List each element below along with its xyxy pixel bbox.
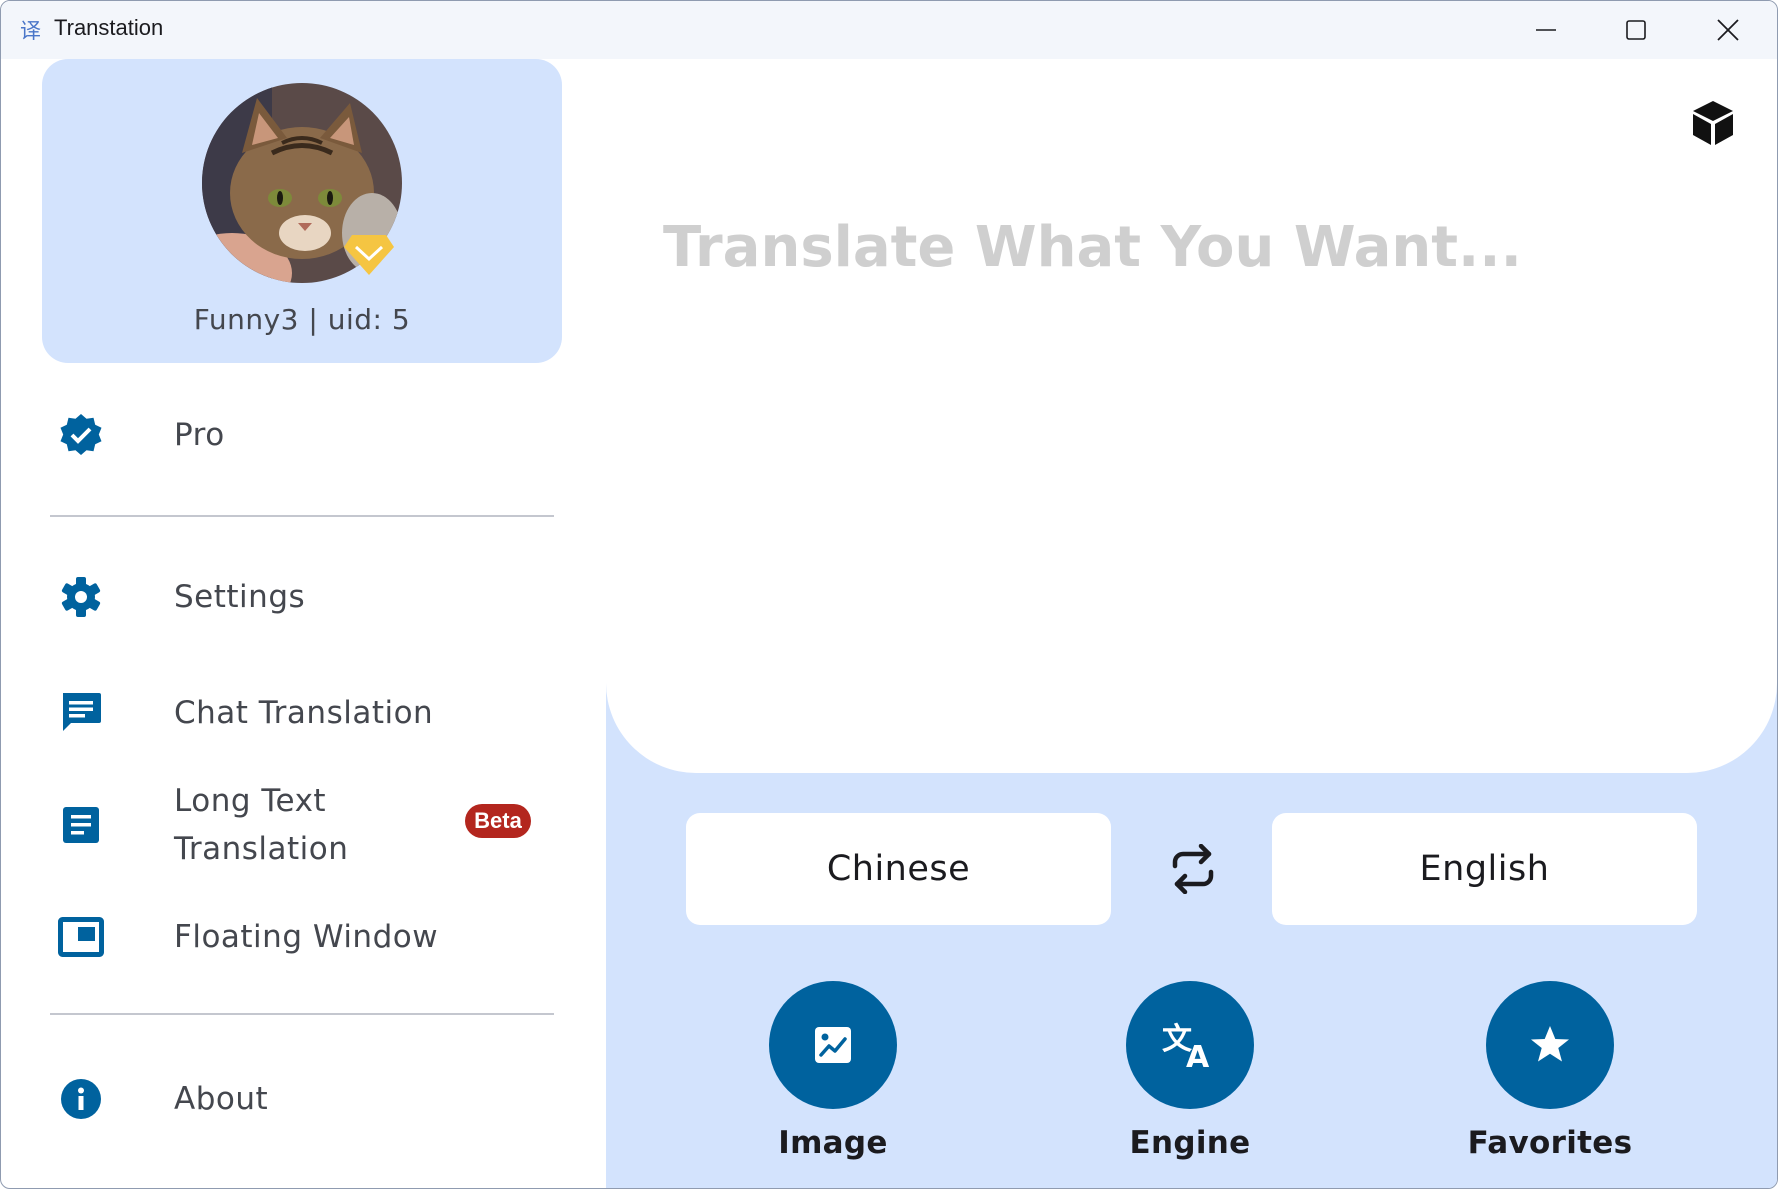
window-title: Transtation — [54, 15, 164, 40]
app-logo-icon: 译 — [20, 19, 41, 43]
beta-badge: Beta — [465, 804, 531, 838]
maximize-button[interactable] — [1591, 1, 1681, 59]
sidebar-item-floating-window[interactable]: Floating Window — [50, 913, 570, 961]
profile-card[interactable]: Funny3 | uid: 5 — [42, 59, 562, 363]
engine-button[interactable]: 文 A — [1126, 981, 1254, 1109]
close-icon — [1717, 19, 1739, 41]
action-label: Image — [778, 1125, 888, 1161]
swap-languages-icon[interactable] — [1165, 844, 1221, 894]
close-button[interactable] — [1683, 1, 1773, 59]
target-language-button[interactable]: English — [1272, 813, 1697, 925]
sidebar-item-label: About — [174, 1081, 269, 1117]
document-icon — [50, 805, 112, 845]
minimize-button[interactable] — [1501, 1, 1591, 59]
sidebar-item-pro[interactable]: Pro — [50, 411, 570, 459]
chat-icon — [50, 691, 112, 735]
star-icon — [1531, 1026, 1569, 1062]
vip-diamond-icon — [344, 235, 394, 275]
maximize-icon — [1626, 20, 1646, 40]
sidebar-item-chat-translation[interactable]: Chat Translation — [50, 689, 570, 737]
sidebar-item-label: Pro — [174, 417, 225, 453]
action-label: Engine — [1129, 1125, 1251, 1161]
minimize-icon — [1536, 29, 1556, 31]
image-icon — [815, 1027, 851, 1063]
favorites-button[interactable] — [1486, 981, 1614, 1109]
translate-input[interactable] — [661, 201, 1665, 293]
input-panel — [606, 59, 1777, 773]
engine-action: 文 A Engine — [1090, 981, 1290, 1161]
action-label: Favorites — [1467, 1125, 1633, 1161]
sidebar-item-label: Long Text Translation — [174, 783, 349, 867]
verified-badge-icon — [50, 413, 112, 457]
cube-icon[interactable] — [1691, 99, 1735, 147]
info-icon — [50, 1078, 112, 1120]
sidebar-item-label: Settings — [174, 579, 306, 615]
floating-window-icon — [50, 917, 112, 957]
image-translate-action: Image — [733, 981, 933, 1161]
favorites-action: Favorites — [1450, 981, 1650, 1161]
sidebar-item-about[interactable]: About — [50, 1075, 570, 1123]
title-bar: 译 Transtation — [1, 1, 1777, 59]
source-language-button[interactable]: Chinese — [686, 813, 1111, 925]
app-window: 译 Transtation Funny3 | uid: 5 Pro Settin… — [0, 0, 1778, 1189]
svg-text:A: A — [1186, 1040, 1210, 1071]
user-info: Funny3 | uid: 5 — [193, 303, 411, 336]
gear-icon — [50, 576, 112, 618]
svg-text:译: 译 — [20, 19, 41, 43]
translate-icon: 文 A — [1162, 1022, 1210, 1071]
sidebar-item-label: Chat Translation — [174, 695, 434, 731]
image-button[interactable] — [769, 981, 897, 1109]
sidebar-item-settings[interactable]: Settings — [50, 573, 570, 621]
divider — [50, 515, 554, 517]
divider — [50, 1013, 554, 1015]
sidebar-item-label: Floating Window — [174, 919, 439, 955]
